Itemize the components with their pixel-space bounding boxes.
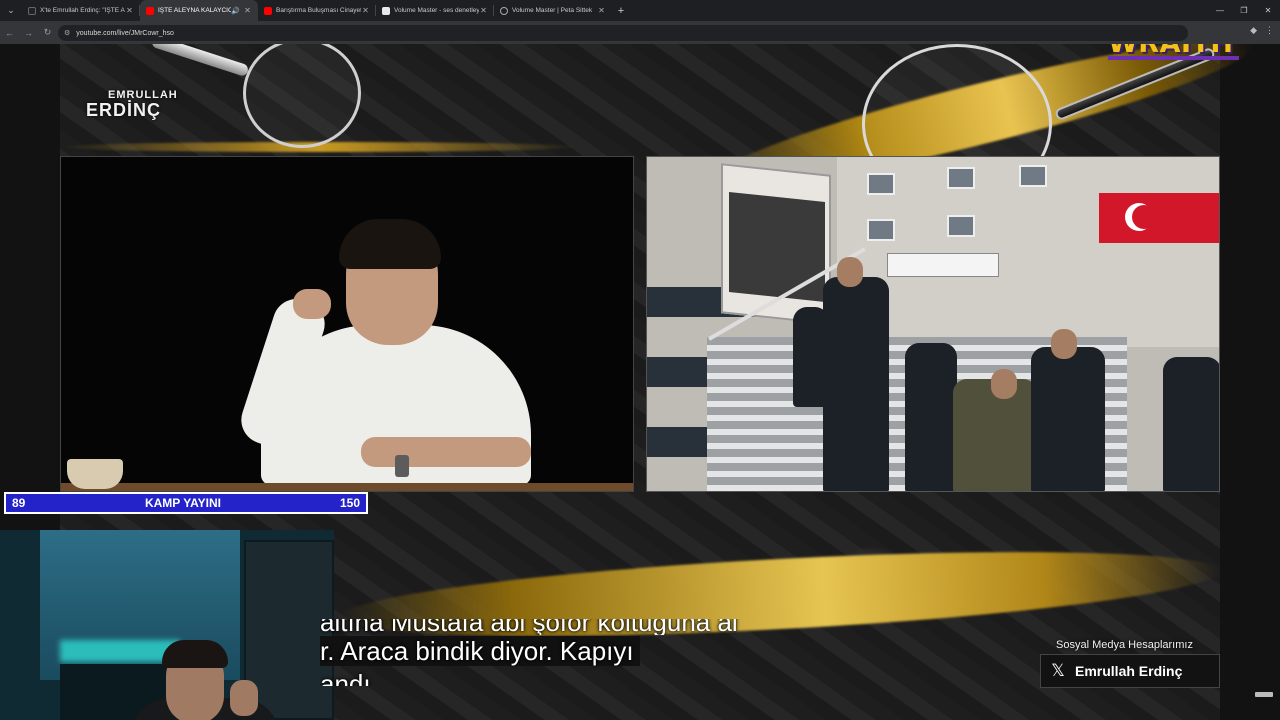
tab-close-icon[interactable]: ✕ [361, 6, 370, 15]
restore-icon[interactable]: ❐ [1232, 0, 1256, 21]
turkish-flag-icon [1099, 193, 1219, 243]
watch-icon [395, 455, 409, 477]
logo-line-bottom: ERDİNÇ [86, 100, 162, 120]
subtitle-line-1: altına Mustafa abi şoför koltuğuna al [320, 619, 738, 635]
tab-close-icon[interactable]: ✕ [597, 6, 606, 15]
x-icon: 𝕏 [1051, 661, 1065, 680]
tab-1[interactable]: İŞTE ALEYNA KALAYCIOĞLU 🔊 ✕ [140, 0, 258, 21]
officer-figure [905, 343, 957, 491]
tab-title: Volume Master - ses denetleyici [394, 7, 479, 14]
tab-bar: ⌄ X'te Emrullah Erdinç: "İŞTE ALEY ✕ İŞT… [0, 0, 1280, 21]
subtitle-line-3: andı [320, 669, 371, 686]
social-handle: Emrullah Erdinç [1075, 663, 1183, 679]
window [867, 173, 895, 195]
url-field[interactable]: ⚙ youtube.com/live/JMrCowr_hso [58, 25, 1188, 41]
host-hair [339, 219, 441, 269]
globe-favicon-icon [500, 6, 508, 15]
suspect-head [991, 369, 1017, 399]
host-video-panel [60, 156, 634, 492]
officer-figure [823, 277, 889, 491]
tab-close-icon[interactable]: ✕ [125, 6, 134, 15]
officer-head [1051, 329, 1077, 359]
close-window-icon[interactable]: ✕ [1256, 0, 1280, 21]
audio-playing-icon[interactable]: 🔊 [231, 7, 240, 15]
tab-title: X'te Emrullah Erdinç: "İŞTE ALEY [40, 7, 125, 14]
sponsor-underline [1108, 56, 1239, 60]
letterbox-right [1220, 44, 1280, 720]
tab-close-icon[interactable]: ✕ [479, 6, 488, 15]
tab-title: Barıştırma Buluşması Cinayetle [276, 7, 361, 14]
streamer-webcam [0, 530, 334, 720]
tab-title: İŞTE ALEYNA KALAYCIOĞLU [158, 7, 232, 14]
site-info-icon[interactable]: ⚙ [64, 29, 70, 37]
youtube-favicon-icon [264, 6, 272, 15]
tab-4[interactable]: Volume Master | Peta Sittek ✕ [494, 0, 612, 21]
camp-stream-scoreboard: 89 KAMP YAYINI 150 [4, 492, 368, 514]
score-right: 150 [339, 496, 360, 510]
score-left: 89 [12, 496, 26, 510]
window [947, 167, 975, 189]
youtube-favicon-icon [146, 6, 154, 15]
channel-logo: EMRULLAH ERDİNÇ [86, 90, 178, 120]
tab-3[interactable]: Volume Master - ses denetleyici ✕ [376, 0, 494, 21]
tab-0[interactable]: X'te Emrullah Erdinç: "İŞTE ALEY ✕ [22, 0, 140, 21]
host-forearm [361, 437, 531, 467]
officer-figure [1163, 357, 1219, 491]
cup-icon [67, 459, 123, 489]
news-clip-panel [646, 156, 1220, 492]
officer-head [837, 257, 863, 287]
officer-figure [1031, 347, 1105, 491]
tab-close-icon[interactable]: ✕ [243, 6, 252, 15]
host-hand [293, 289, 331, 319]
scoreboard-title: KAMP YAYINI [144, 496, 222, 510]
streamer-hand [230, 680, 258, 716]
window [1019, 165, 1047, 187]
officer-figure [793, 307, 829, 407]
subtitle-overlay: altına Mustafa abi şoför koltuğuna al r.… [320, 619, 820, 686]
desk [61, 483, 633, 491]
tab-search-button[interactable]: ⌄ [0, 0, 22, 21]
x-favicon-icon [28, 6, 36, 15]
social-title: Sosyal Medya Hesaplarımız [1056, 639, 1193, 651]
menu-icon[interactable]: ⋮ [1265, 25, 1274, 36]
tab-2[interactable]: Barıştırma Buluşması Cinayetle ✕ [258, 0, 376, 21]
banner-photo [729, 191, 825, 303]
toolbar-right: ◆ ⋮ [1250, 25, 1274, 36]
building-sign [887, 253, 999, 277]
forward-icon[interactable]: → [19, 21, 38, 44]
url-text: youtube.com/live/JMrCowr_hso [76, 29, 174, 37]
address-bar: ← → ↻ ⚙ youtube.com/live/JMrCowr_hso ◆ ⋮ [0, 21, 1280, 44]
window-controls: — ❐ ✕ [1208, 0, 1280, 21]
webstore-favicon-icon [382, 6, 390, 15]
window [947, 215, 975, 237]
video-stream[interactable]: EMRULLAH ERDİNÇ WRAITH [0, 44, 1280, 720]
reload-icon[interactable]: ↻ [38, 21, 57, 44]
window [867, 219, 895, 241]
subtitle-line-2: r. Araca bindik diyor. Kapıyı [320, 636, 640, 666]
new-tab-button[interactable]: + [612, 5, 630, 17]
streamer-hair [162, 640, 228, 668]
minimize-icon[interactable]: — [1208, 0, 1232, 21]
tab-title: Volume Master | Peta Sittek [512, 7, 593, 14]
social-handle-box: 𝕏 Emrullah Erdinç [1040, 654, 1220, 688]
back-icon[interactable]: ← [0, 21, 19, 44]
corner-badge [1255, 692, 1273, 697]
extension-icon[interactable]: ◆ [1250, 25, 1257, 36]
